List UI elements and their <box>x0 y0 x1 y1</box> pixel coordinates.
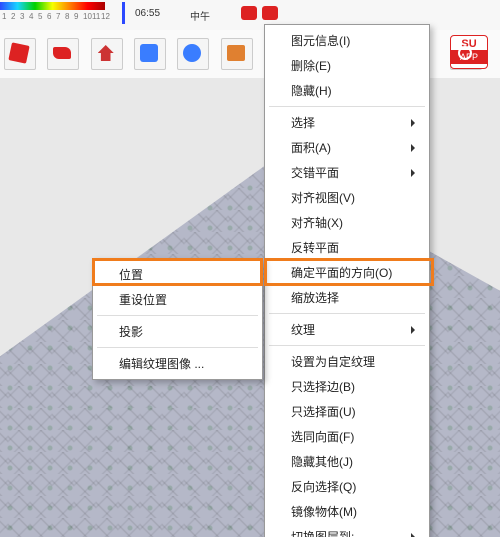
texture-submenu-item[interactable]: 编辑纹理图像 ... <box>95 351 260 376</box>
timeline-marker: 4 <box>29 12 33 21</box>
timeline-marker: 5 <box>38 12 42 21</box>
context-menu-item[interactable]: 只选择边(B) <box>267 374 427 399</box>
context-menu-item[interactable]: 交错平面 <box>267 160 427 185</box>
timeline-marker: 2 <box>11 12 15 21</box>
context-menu-item[interactable]: 反向选择(Q) <box>267 474 427 499</box>
timeline-marker: 10 <box>83 12 92 21</box>
timeline-marker: 3 <box>20 12 24 21</box>
menu-separator <box>269 106 425 107</box>
timeline-marker: 8 <box>65 12 69 21</box>
tool-home-view[interactable] <box>91 38 123 70</box>
app-window: 123456789101112 06:55 中午 ✖ SU APP 图元信息(I… <box>0 0 500 537</box>
context-menu-item[interactable]: 选择 <box>267 110 427 135</box>
context-menu-item[interactable]: 对齐视图(V) <box>267 185 427 210</box>
timeline-marker: 7 <box>56 12 60 21</box>
context-menu-item[interactable]: 设置为自定纹理 <box>267 349 427 374</box>
timeline-marker: 6 <box>47 12 51 21</box>
context-menu-item[interactable]: 缩放选择 <box>267 285 427 310</box>
timeline-marker: 9 <box>74 12 78 21</box>
menu-separator <box>97 315 258 316</box>
tool-pushpull[interactable] <box>134 38 166 70</box>
mini-icon-2[interactable] <box>262 6 278 20</box>
tool-assign[interactable] <box>4 38 36 70</box>
mini-icon-1[interactable] <box>241 6 257 20</box>
context-menu: 图元信息(I)删除(E)隐藏(H) 选择面积(A)交错平面对齐视图(V)对齐轴(X… <box>264 24 430 537</box>
context-menu-item[interactable]: 纹理 <box>267 317 427 342</box>
shadow-gradient[interactable] <box>0 2 105 10</box>
menu-separator <box>269 313 425 314</box>
noon-label: 中午 <box>190 8 210 23</box>
tool-curve[interactable] <box>47 38 79 70</box>
timeline-marker: 11 <box>92 12 100 21</box>
context-menu-item[interactable]: 图元信息(I) <box>267 28 427 53</box>
context-menu-item[interactable]: 面积(A) <box>267 135 427 160</box>
tool-blue-misc[interactable] <box>177 38 209 70</box>
texture-submenu-item[interactable]: 投影 <box>95 319 260 344</box>
context-menu-item[interactable]: 对齐轴(X) <box>267 210 427 235</box>
context-menu-item[interactable]: 镜像物体(M) <box>267 499 427 524</box>
context-menu-item[interactable]: 选同向面(F) <box>267 424 427 449</box>
timeline-marker: 12 <box>101 12 110 21</box>
context-menu-item[interactable]: 确定平面的方向(O) <box>267 260 427 285</box>
context-menu-item[interactable]: 切换图层到: <box>267 524 427 537</box>
texture-submenu-item[interactable]: 位置 <box>95 262 260 287</box>
context-menu-item[interactable]: 反转平面 <box>267 235 427 260</box>
time-slider-handle[interactable] <box>122 2 125 24</box>
context-menu-item[interactable]: 删除(E) <box>267 53 427 78</box>
current-time-label: 06:55 <box>135 8 160 19</box>
menu-separator <box>97 347 258 348</box>
menu-separator <box>269 345 425 346</box>
texture-submenu-item[interactable]: 重设位置 <box>95 287 260 312</box>
context-menu-item[interactable]: 隐藏其他(J) <box>267 449 427 474</box>
tool-orange[interactable] <box>221 38 253 70</box>
context-menu-item[interactable]: 隐藏(H) <box>267 78 427 103</box>
context-menu-item[interactable]: 只选择面(U) <box>267 399 427 424</box>
texture-submenu: 位置重设位置投影编辑纹理图像 ... <box>92 258 263 380</box>
timeline-marker: 1 <box>2 12 6 21</box>
